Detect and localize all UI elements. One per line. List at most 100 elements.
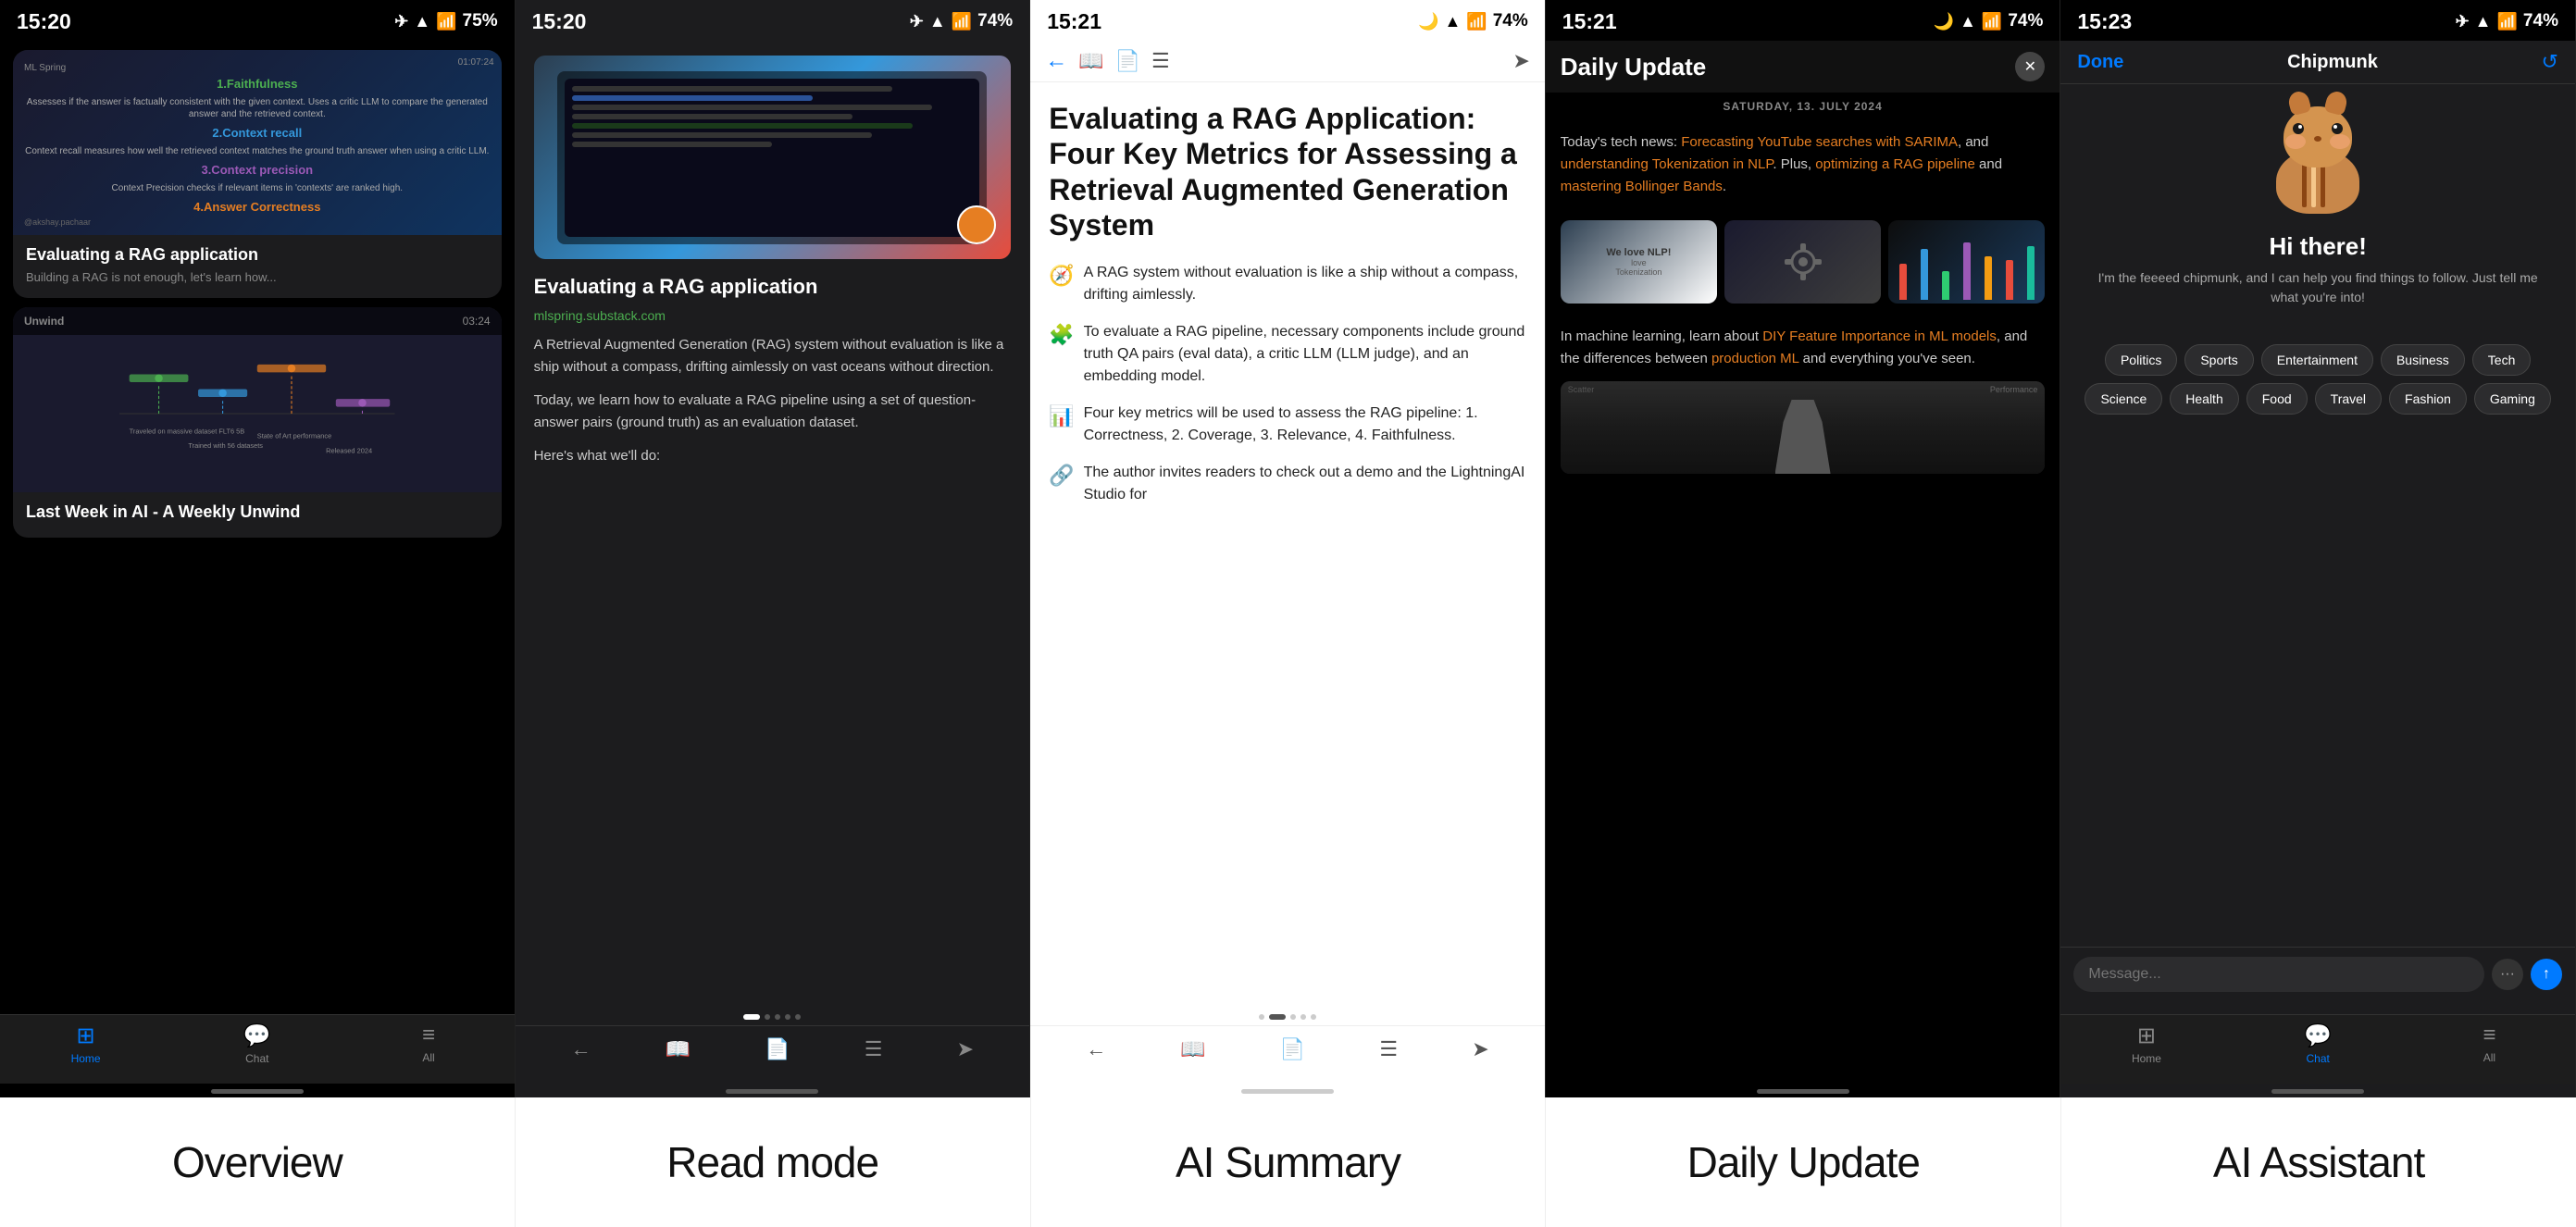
puzzle-icon: 🧩: [1049, 323, 1074, 347]
unwind-card-title: Last Week in AI - A Weekly Unwind: [26, 502, 489, 523]
interest-gaming[interactable]: Gaming: [2474, 383, 2551, 415]
message-input-field[interactable]: [2073, 957, 2484, 992]
home-pill-5: [2271, 1089, 2364, 1094]
interest-tech[interactable]: Tech: [2472, 344, 2532, 376]
status-icons-2: ✈ ▲ 📶 74%: [910, 11, 1013, 31]
home-pill-1: [211, 1089, 304, 1094]
nav-share-icon[interactable]: ➤: [1512, 49, 1529, 73]
ml-link-1[interactable]: DIY Feature Importance in ML models: [1762, 328, 1997, 344]
daily-bottom-image[interactable]: Performance Scatter: [1561, 381, 2046, 474]
daily-update-label: Daily Update: [1687, 1137, 1920, 1187]
tab-all-1[interactable]: ≡ All: [342, 1022, 514, 1065]
list-icon-summary[interactable]: ☰: [1379, 1037, 1398, 1061]
chat-label-1: Chat: [245, 1052, 268, 1065]
daily-ml-body: In machine learning, learn about DIY Fea…: [1546, 315, 2060, 381]
chart-icon: 📊: [1049, 404, 1074, 428]
intro-text: I'm the feeeed chipmunk, and I can help …: [2079, 268, 2557, 307]
options-button[interactable]: ···: [2492, 959, 2523, 990]
svg-text:Released 2024: Released 2024: [326, 446, 372, 454]
interest-entertainment[interactable]: Entertainment: [2261, 344, 2373, 376]
rag-timestamp: 01:07:24: [458, 57, 494, 68]
interest-sports[interactable]: Sports: [2184, 344, 2253, 376]
assistant-header: Done Chipmunk ↺: [2060, 41, 2575, 84]
ml-link-2[interactable]: production ML: [1711, 351, 1799, 366]
dot-1: [743, 1014, 760, 1020]
daily-tech-body: Today's tech news: Forecasting YouTube s…: [1546, 120, 2060, 209]
tab-all-5[interactable]: ≡ All: [2404, 1022, 2575, 1065]
book-icon-summary[interactable]: 📖: [1180, 1037, 1205, 1061]
list-icon[interactable]: ☰: [865, 1037, 883, 1061]
screen-read-mode: 15:20 ✈ ▲ 📶 74%: [516, 0, 1031, 1097]
tab-home-1[interactable]: ⊞ Home: [0, 1022, 171, 1065]
tab-bar-5: ⊞ Home 💬 Chat ≡ All: [2060, 1014, 2575, 1084]
tech-link-1[interactable]: Forecasting YouTube searches with SARIMA: [1681, 134, 1958, 150]
chart-image: [1888, 220, 2045, 304]
person-silhouette: [1775, 400, 1831, 474]
book-icon[interactable]: 📖: [666, 1037, 691, 1061]
sdot-5: [1311, 1014, 1316, 1020]
status-icons-4: 🌙 ▲ 📶 74%: [1934, 11, 2044, 31]
link-icon: 🔗: [1049, 464, 1074, 488]
rag-card[interactable]: 01:07:24 ML Spring 1.Faithfulness Assess…: [13, 50, 502, 298]
home-label-5: Home: [2132, 1052, 2161, 1065]
summary-nav: ← 📖 📄 ☰ ➤: [1030, 41, 1545, 82]
tech-link-3[interactable]: optimizing a RAG pipeline: [1815, 156, 1975, 172]
tab-bar-1: ⊞ Home 💬 Chat ≡ All: [0, 1014, 515, 1084]
unwind-header: Unwind 03:24: [13, 307, 502, 335]
status-time-5: 15:23: [2077, 9, 2132, 34]
thumb-gear[interactable]: [1724, 220, 1881, 304]
unwind-card[interactable]: Unwind 03:24: [13, 307, 502, 538]
nav-text-icon[interactable]: 📄: [1115, 49, 1140, 73]
interest-science[interactable]: Science: [2084, 383, 2162, 415]
nav-list-icon[interactable]: ☰: [1151, 49, 1170, 73]
interest-business[interactable]: Business: [2381, 344, 2465, 376]
summary-bottom-nav: ← 📖 📄 ☰ ➤: [1030, 1025, 1545, 1084]
text-icon-summary[interactable]: 📄: [1280, 1037, 1305, 1061]
interest-food[interactable]: Food: [2246, 383, 2308, 415]
text-icon[interactable]: 📄: [765, 1037, 790, 1061]
bullet-1: 🧭 A RAG system without evaluation is lik…: [1049, 262, 1526, 306]
send-button[interactable]: ↑: [2531, 959, 2562, 990]
share-icon-summary[interactable]: ➤: [1472, 1037, 1488, 1061]
gear-image: [1724, 220, 1881, 304]
unwind-card-body: Last Week in AI - A Weekly Unwind: [13, 492, 502, 538]
interest-politics[interactable]: Politics: [2105, 344, 2177, 376]
metric-1-title: 1.Faithfulness: [24, 77, 491, 91]
tab-chat-5[interactable]: 💬 Chat: [2233, 1022, 2404, 1065]
ml-spring-label: ML Spring: [24, 63, 491, 73]
read-mode-label: Read mode: [666, 1137, 878, 1187]
tech-link-4[interactable]: mastering Bollinger Bands: [1561, 179, 1723, 194]
tech-link-2[interactable]: understanding Tokenization in NLP: [1561, 156, 1773, 172]
done-button[interactable]: Done: [2077, 52, 2123, 73]
signal-icon-5: ▲: [2475, 12, 2492, 31]
share-icon[interactable]: ➤: [957, 1037, 974, 1061]
all-icon-1: ≡: [422, 1022, 435, 1048]
interest-travel[interactable]: Travel: [2315, 383, 2382, 415]
back-icon-summary[interactable]: ←: [1086, 1037, 1106, 1061]
status-icons-1: ✈ ▲ 📶 75%: [394, 11, 497, 31]
dot-4: [785, 1014, 790, 1020]
thumb-chart[interactable]: [1888, 220, 2045, 304]
tab-chat-1[interactable]: 💬 Chat: [171, 1022, 342, 1065]
rag-card-subtitle: Building a RAG is not enough, let's lear…: [26, 269, 489, 286]
thumb-nlp[interactable]: We love NLP! love Tokenization: [1561, 220, 1717, 304]
battery-indicator-4: 74%: [2008, 11, 2043, 31]
label-ai-assistant: AI Assistant: [2061, 1097, 2576, 1227]
interest-health[interactable]: Health: [2170, 383, 2238, 415]
daily-title: Daily Update: [1561, 53, 1707, 81]
tab-home-5[interactable]: ⊞ Home: [2060, 1022, 2232, 1065]
back-button-summary[interactable]: ←: [1045, 48, 1067, 74]
interest-fashion[interactable]: Fashion: [2389, 383, 2467, 415]
nav-book-icon[interactable]: 📖: [1078, 49, 1103, 73]
daily-close-button[interactable]: ✕: [2015, 52, 2045, 81]
bullet-2-text: To evaluate a RAG pipeline, necessary co…: [1084, 321, 1526, 388]
back-icon[interactable]: ←: [571, 1037, 591, 1061]
chipmunk-ear-left: [2286, 90, 2311, 117]
sdot-3: [1290, 1014, 1296, 1020]
status-bar-1: 15:20 ✈ ▲ 📶 75%: [0, 0, 515, 41]
moon-icon-4: 🌙: [1934, 12, 1954, 31]
refresh-button[interactable]: ↺: [2542, 50, 2558, 74]
battery-indicator-1: 75%: [463, 11, 498, 31]
read-body-text-2: Today, we learn how to evaluate a RAG pi…: [534, 390, 1012, 434]
svg-text:State of Art performance: State of Art performance: [257, 431, 331, 440]
